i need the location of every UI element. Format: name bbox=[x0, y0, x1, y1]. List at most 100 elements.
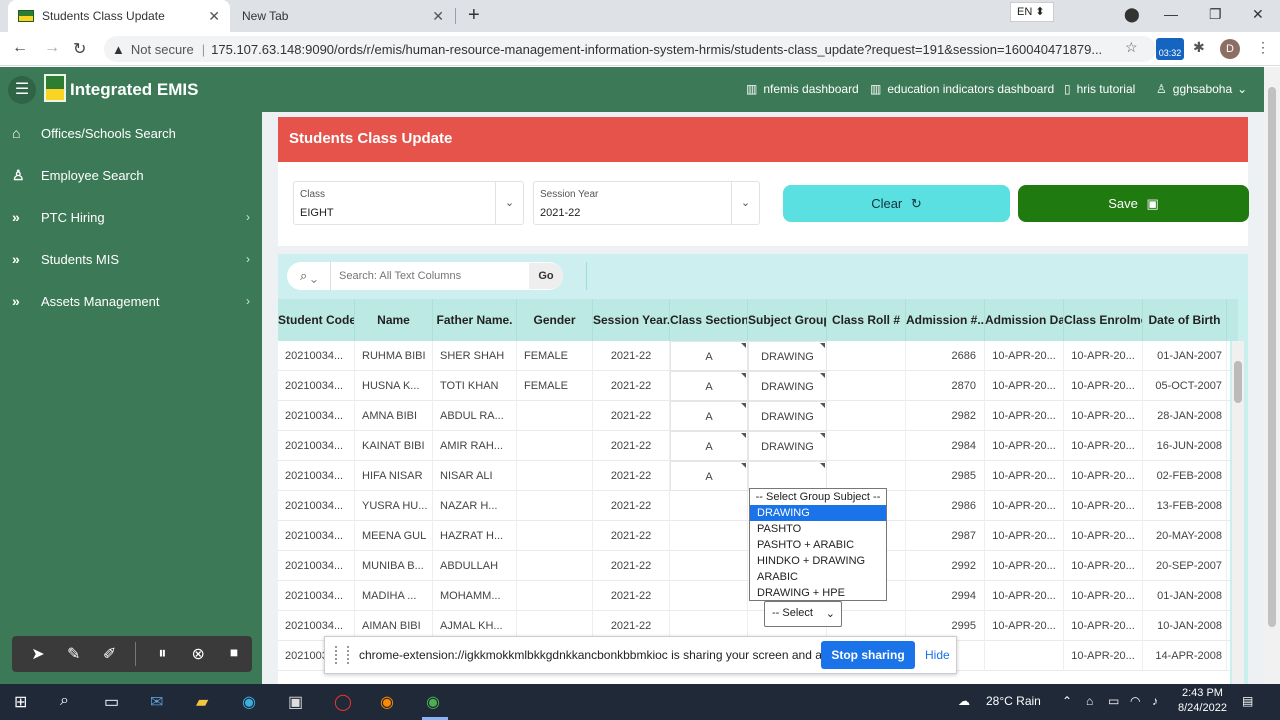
table-cell[interactable]: DRAWING bbox=[748, 430, 827, 461]
sidebar-item-ptc-hiring[interactable]: » PTC Hiring › bbox=[0, 196, 262, 238]
sidebar-item-offices-schools-search[interactable]: ⌂ Offices/Schools Search bbox=[0, 112, 262, 154]
dropdown-option[interactable]: -- Select Group Subject -- bbox=[750, 489, 886, 505]
column-header[interactable]: Class Enrolment bbox=[1064, 299, 1143, 341]
scroll-thumb[interactable] bbox=[1268, 87, 1276, 627]
table-row[interactable]: 20210034... HUSNA K... TOTI KHAN FEMALE 2021… bbox=[278, 370, 1230, 401]
subject-group-dropdown-list[interactable]: -- Select Group Subject -- DRAWING PASHTO P… bbox=[749, 488, 887, 601]
firefox-icon[interactable]: ◉ bbox=[380, 692, 394, 712]
chrome-icon[interactable]: ◉ bbox=[426, 692, 440, 712]
new-tab-button[interactable]: + bbox=[468, 4, 480, 27]
table-row[interactable]: 20210034... KAINAT BIBI AMIR RAH... 2021-22… bbox=[278, 430, 1230, 461]
grid-scrollbar[interactable] bbox=[1232, 341, 1244, 684]
column-header[interactable]: Class Section.. bbox=[670, 299, 748, 341]
chrome-menu-icon[interactable]: ⋮ bbox=[1256, 39, 1270, 56]
opera-icon[interactable]: ◯ bbox=[334, 692, 352, 712]
education-indicators-dashboard-link[interactable]: ▥ education indicators dashboard bbox=[870, 82, 1054, 96]
restore-icon[interactable]: ❐ bbox=[1209, 6, 1222, 23]
close-window-icon[interactable]: ✕ bbox=[1252, 6, 1264, 23]
reload-icon[interactable]: ↻ bbox=[73, 39, 86, 59]
table-cell[interactable]: A bbox=[670, 400, 748, 431]
column-header[interactable]: Subject Group bbox=[748, 299, 827, 341]
table-cell[interactable] bbox=[670, 550, 748, 581]
column-header[interactable]: Admission #.. bbox=[906, 299, 985, 341]
drag-handle-icon[interactable] bbox=[335, 646, 349, 664]
table-cell[interactable]: DRAWING bbox=[748, 340, 827, 371]
mail-icon[interactable]: ✉ bbox=[150, 692, 163, 712]
column-header[interactable]: Admission Date bbox=[985, 299, 1064, 341]
store-icon[interactable]: ▣ bbox=[288, 692, 303, 712]
cancel-icon[interactable]: ⊗ bbox=[180, 644, 216, 664]
table-cell[interactable] bbox=[827, 400, 906, 431]
address-bar[interactable]: ▲ Not secure | 175.107.63.148:9090/ords/… bbox=[104, 36, 1156, 62]
recording-indicator[interactable]: 03:32 bbox=[1156, 38, 1184, 60]
bookmark-star-icon[interactable]: ☆ bbox=[1125, 39, 1138, 56]
table-cell[interactable] bbox=[670, 520, 748, 551]
windows-start-icon[interactable]: ⊞ bbox=[14, 692, 27, 712]
table-cell[interactable]: DRAWING bbox=[748, 370, 827, 401]
dropdown-option[interactable]: DRAWING bbox=[750, 505, 886, 521]
edge-icon[interactable]: ◉ bbox=[242, 692, 256, 712]
table-cell[interactable]: A bbox=[670, 430, 748, 461]
table-cell[interactable]: DRAWING bbox=[748, 400, 827, 431]
search-icon[interactable]: ⌕ ⌄ bbox=[287, 262, 331, 290]
table-cell[interactable] bbox=[670, 490, 748, 521]
dropdown-option[interactable]: PASHTO + ARABIC bbox=[750, 537, 886, 553]
dropdown-option[interactable]: HINDKO + DRAWING bbox=[750, 553, 886, 569]
scroll-thumb[interactable] bbox=[1234, 361, 1242, 403]
dropdown-option[interactable]: ARABIC bbox=[750, 569, 886, 585]
table-cell[interactable] bbox=[670, 580, 748, 611]
language-selector[interactable]: EN ⬍ bbox=[1010, 2, 1054, 22]
wifi-icon[interactable]: ◠ bbox=[1130, 694, 1140, 708]
user-menu[interactable]: ♙ gghsaboha ⌄ bbox=[1156, 82, 1247, 96]
profile-avatar[interactable]: D bbox=[1220, 39, 1240, 59]
tray-expand-icon[interactable]: ⌃ bbox=[1062, 694, 1072, 708]
minimize-icon[interactable]: — bbox=[1164, 6, 1178, 22]
save-button[interactable]: Save ▣ bbox=[1018, 185, 1249, 222]
table-cell[interactable] bbox=[748, 460, 827, 491]
stop-icon[interactable]: ⏹ bbox=[216, 645, 252, 663]
search-input[interactable] bbox=[339, 270, 529, 282]
table-cell[interactable] bbox=[827, 340, 906, 371]
subject-group-inline-select[interactable]: -- Select ⌄ bbox=[764, 601, 842, 627]
battery-icon[interactable]: ▭ bbox=[1108, 694, 1119, 708]
table-cell[interactable] bbox=[827, 430, 906, 461]
forward-icon[interactable]: → bbox=[44, 39, 60, 57]
tab-new-tab[interactable]: New Tab ✕ bbox=[232, 0, 454, 32]
table-row[interactable]: 20210034... RUHMA BIBI SHER SHAH FEMALE 2021… bbox=[278, 340, 1230, 371]
go-button[interactable]: Go bbox=[529, 263, 563, 289]
table-row[interactable]: 20210034... HIFA NISAR NISAR ALI 2021-22 A 29… bbox=[278, 460, 1230, 491]
search-icon[interactable]: ⌕ bbox=[60, 692, 69, 710]
table-cell[interactable] bbox=[827, 370, 906, 401]
hris-tutorial-link[interactable]: ▯ hris tutorial bbox=[1064, 82, 1135, 96]
table-row[interactable]: 20210034... AMNA BIBI ABDUL RA... 2021-22 A D… bbox=[278, 400, 1230, 431]
dropdown-option[interactable]: DRAWING + HPE bbox=[750, 585, 886, 601]
notifications-icon[interactable]: ▤ bbox=[1242, 694, 1253, 708]
tab-close-icon[interactable]: ✕ bbox=[432, 8, 444, 25]
column-header[interactable]: Student Code bbox=[278, 299, 355, 341]
weather-text[interactable]: 28°C Rain bbox=[986, 694, 1041, 708]
pen-icon[interactable]: ✎ bbox=[56, 644, 92, 664]
column-header[interactable]: Name bbox=[355, 299, 433, 341]
page-scrollbar[interactable] bbox=[1264, 67, 1280, 684]
volume-icon[interactable]: ♪ bbox=[1152, 694, 1158, 708]
task-view-icon[interactable]: ▭ bbox=[104, 692, 119, 712]
table-cell[interactable]: A bbox=[670, 340, 748, 371]
class-select[interactable]: Class EIGHT ⌄ bbox=[293, 181, 524, 225]
pause-icon[interactable]: ⏸ bbox=[144, 645, 180, 663]
tab-search-icon[interactable]: ⬤ bbox=[1124, 6, 1140, 23]
back-icon[interactable]: ← bbox=[12, 39, 28, 57]
sidebar-item-employee-search[interactable]: ♙ Employee Search bbox=[0, 154, 262, 196]
tab-students-class-update[interactable]: Students Class Update ✕ bbox=[8, 0, 230, 32]
nfemis-dashboard-link[interactable]: ▥ nfemis dashboard bbox=[746, 82, 859, 96]
stop-sharing-button[interactable]: Stop sharing bbox=[821, 641, 915, 669]
extensions-puzzle-icon[interactable]: ✱ bbox=[1193, 39, 1205, 56]
table-cell[interactable] bbox=[827, 460, 906, 491]
hide-button[interactable]: Hide bbox=[925, 641, 950, 669]
brush-icon[interactable]: ✐ bbox=[92, 644, 128, 664]
table-cell[interactable]: A bbox=[670, 460, 748, 491]
column-header[interactable]: Gender bbox=[517, 299, 593, 341]
hamburger-menu-icon[interactable]: ☰ bbox=[8, 76, 36, 104]
column-header[interactable]: Date of Birth bbox=[1143, 299, 1227, 341]
sidebar-item-assets-management[interactable]: » Assets Management › bbox=[0, 280, 262, 322]
system-clock[interactable]: 2:43 PM 8/24/2022 bbox=[1178, 686, 1227, 716]
